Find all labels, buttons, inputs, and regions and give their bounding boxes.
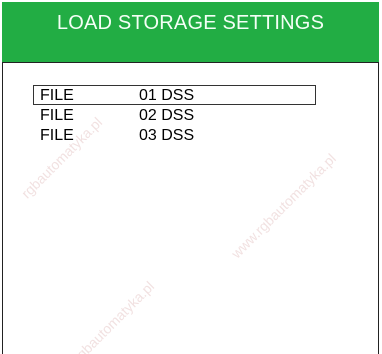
- file-label: FILE: [40, 87, 74, 104]
- file-row-02[interactable]: FILE 02 DSS: [33, 105, 318, 125]
- file-label: FILE: [40, 127, 74, 144]
- file-list: FILE 01 DSS FILE 02 DSS FILE 03 DSS: [33, 85, 318, 145]
- file-name: 03 DSS: [139, 127, 195, 144]
- screen: LOAD STORAGE SETTINGS FILE 01 DSS FILE 0…: [0, 0, 382, 354]
- file-list-panel: FILE 01 DSS FILE 02 DSS FILE 03 DSS: [2, 62, 379, 354]
- file-label: FILE: [40, 107, 74, 124]
- file-name: 02 DSS: [139, 107, 195, 124]
- header-bar: LOAD STORAGE SETTINGS: [2, 2, 379, 62]
- file-row-03[interactable]: FILE 03 DSS: [33, 125, 318, 145]
- file-name: 01 DSS: [139, 87, 195, 104]
- file-row-01[interactable]: FILE 01 DSS: [33, 85, 316, 105]
- page-title: LOAD STORAGE SETTINGS: [56, 12, 325, 34]
